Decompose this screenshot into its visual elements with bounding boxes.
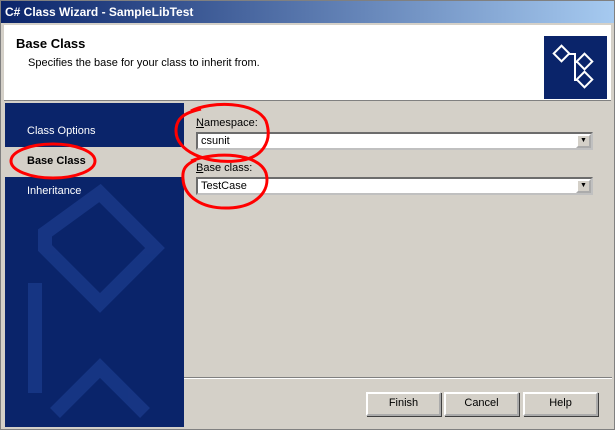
wizard-sidebar: Class Options Base Class Inheritance [5,103,184,427]
cancel-button[interactable]: Cancel [444,392,519,416]
baseclass-label: Base class: [196,162,253,174]
sidebar-item-base-class[interactable]: Base Class [5,147,184,177]
button-divider [184,377,612,379]
page-subtitle: Specifies the base for your class to inh… [28,57,260,69]
baseclass-value: TestCase [201,180,247,192]
chevron-down-icon[interactable]: ▼ [576,179,591,193]
wizard-window: C# Class Wizard - SampleLibTest Base Cla… [0,0,615,430]
class-hierarchy-icon [544,36,607,99]
baseclass-combobox[interactable]: TestCase ▼ [196,177,593,195]
namespace-combobox[interactable]: csunit ▼ [196,132,593,150]
namespace-label: Namespace: [196,117,258,129]
chevron-down-icon[interactable]: ▼ [576,134,591,148]
wizard-header: Base Class Specifies the base for your c… [4,25,611,101]
wizard-content: Namespace: csunit ▼ Base class: TestCase… [184,103,612,377]
sidebar-item-inheritance[interactable]: Inheritance [5,177,184,207]
namespace-value: csunit [201,135,230,147]
finish-button[interactable]: Finish [366,392,441,416]
page-title: Base Class [16,36,86,51]
sidebar-item-class-options[interactable]: Class Options [5,117,184,147]
help-button[interactable]: Help [523,392,598,416]
title-bar: C# Class Wizard - SampleLibTest [1,1,614,23]
window-title: C# Class Wizard - SampleLibTest [5,5,194,19]
